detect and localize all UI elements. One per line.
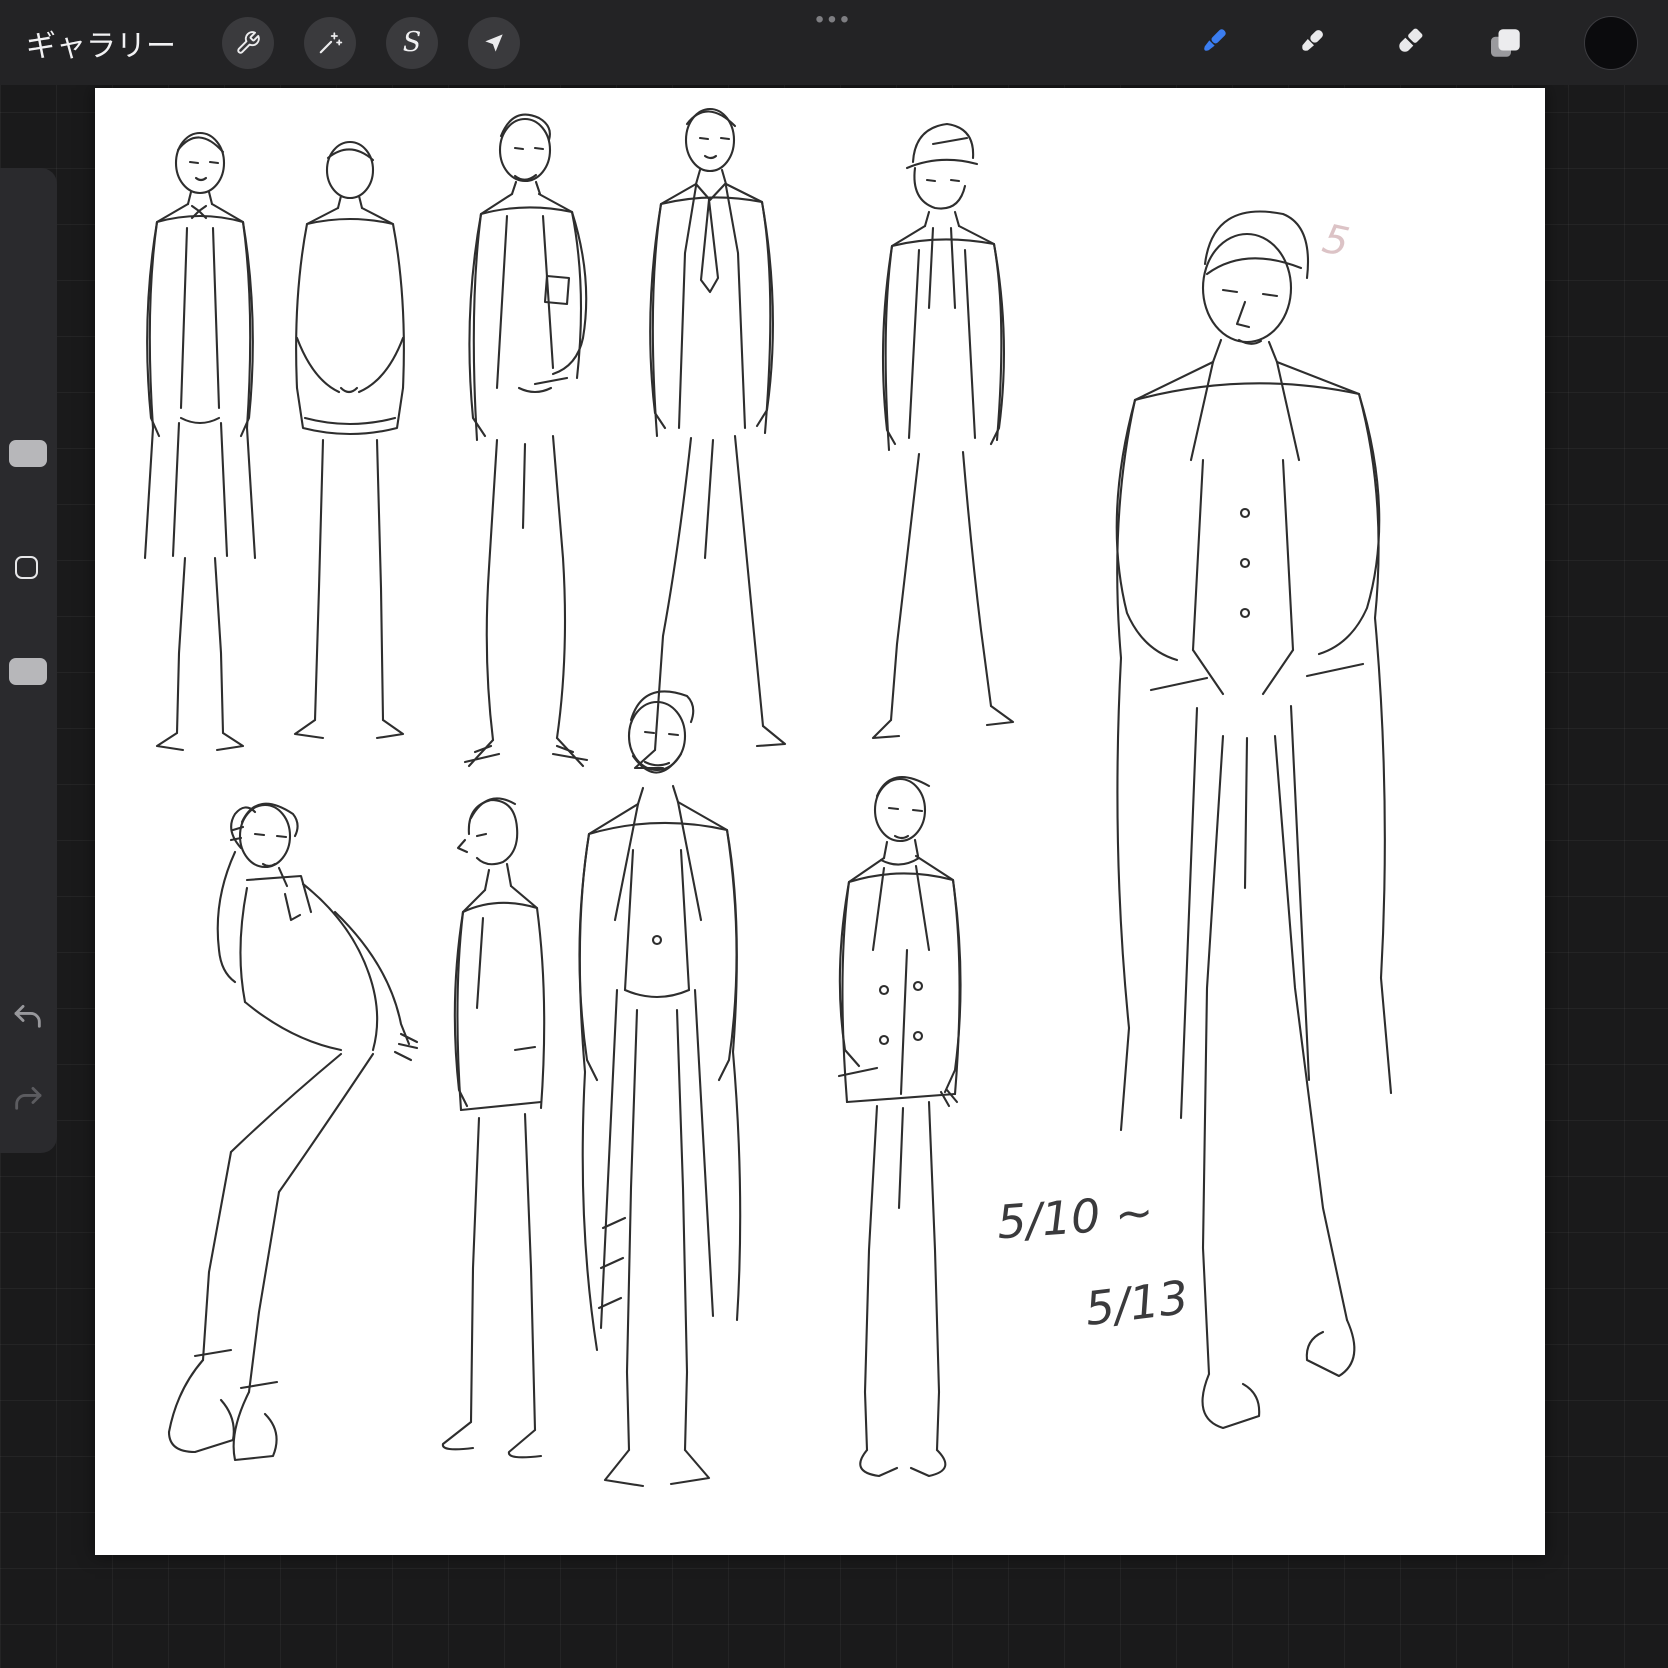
eraser-icon (1388, 23, 1428, 63)
brush-size-handle[interactable] (9, 440, 47, 467)
sketch-figure-suit-tie-walking (635, 109, 785, 768)
handwritten-date-start: 5/10 ~ (995, 1185, 1155, 1250)
multitask-handle[interactable]: ••• (815, 8, 852, 32)
selection-s-icon: S (403, 27, 422, 58)
color-swatch-circle (1584, 16, 1638, 70)
sketch-figure-back-view (295, 142, 404, 738)
top-toolbar: ギャラリー S ••• (0, 0, 1668, 85)
layers-icon (1486, 23, 1526, 63)
sketch-figure-open-shirt-sandals (465, 115, 587, 766)
layers-button[interactable] (1486, 23, 1526, 63)
actions-button[interactable] (222, 17, 274, 69)
selection-button[interactable]: S (386, 17, 438, 69)
redo-button[interactable] (11, 1082, 45, 1119)
sketch-figure-seated (169, 804, 417, 1460)
wrench-icon (235, 30, 261, 56)
erase-tool-button[interactable] (1388, 23, 1428, 63)
opacity-handle[interactable] (9, 658, 47, 685)
sketch-figure-hat-jacket-walking (873, 124, 1013, 738)
brush-icon (1192, 23, 1232, 63)
brush-size-slider[interactable] (0, 168, 57, 556)
sketch-figure-large-overcoat (1117, 211, 1391, 1428)
drawing-canvas[interactable]: 5/10 ~ 5/13 5 (95, 88, 1545, 1555)
transform-button[interactable] (468, 17, 520, 69)
sketch-layer (95, 88, 1545, 1555)
undo-icon (11, 1000, 45, 1034)
gallery-button[interactable]: ギャラリー (26, 21, 176, 65)
paint-tool-button[interactable] (1192, 23, 1232, 63)
smudge-icon (1290, 23, 1330, 63)
redo-icon (11, 1082, 45, 1116)
undo-button[interactable] (11, 1000, 45, 1037)
transform-arrow-icon (481, 30, 507, 56)
sketch-figure-bearded-long-coat (579, 691, 740, 1486)
adjustments-button[interactable] (304, 17, 356, 69)
magic-wand-icon (317, 30, 343, 56)
modify-button[interactable] (15, 556, 38, 579)
sidebar (0, 168, 57, 1153)
smudge-tool-button[interactable] (1290, 23, 1330, 63)
sketch-figure-double-breasted (839, 777, 961, 1476)
color-button[interactable] (1584, 16, 1638, 70)
sketch-figure-profile-standing (443, 798, 544, 1457)
sketch-figure-long-coat-bow-tie (145, 133, 255, 750)
opacity-slider[interactable] (0, 588, 57, 888)
